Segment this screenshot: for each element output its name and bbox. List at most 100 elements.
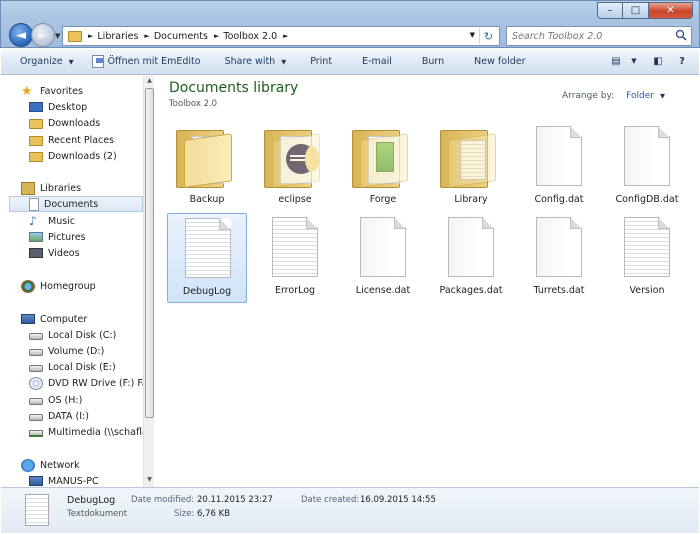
- print-button[interactable]: Print: [301, 51, 341, 73]
- emeditor-icon: [91, 55, 104, 68]
- nav-data-i[interactable]: DATA (I:): [29, 408, 153, 424]
- search-icon[interactable]: [675, 29, 687, 41]
- nav-label: Volume (D:): [48, 345, 105, 357]
- folder-item[interactable]: eclipse: [255, 122, 335, 212]
- nav-libraries[interactable]: Libraries: [21, 180, 153, 196]
- file-item-selected[interactable]: DebugLog: [167, 213, 247, 303]
- folder-item[interactable]: Backup: [167, 122, 247, 212]
- hard-disk-icon: [29, 365, 43, 372]
- chevron-down-icon[interactable]: ▼: [660, 92, 665, 100]
- nav-documents[interactable]: Documents: [9, 196, 143, 212]
- details-pane: DebugLog Textdokument Date modified: 20.…: [1, 487, 699, 533]
- search-box[interactable]: [506, 26, 692, 46]
- videos-icon: [29, 248, 43, 258]
- folder-item[interactable]: Forge: [343, 122, 423, 212]
- refresh-icon[interactable]: ↻: [479, 28, 497, 44]
- nav-local-disk-e[interactable]: Local Disk (E:): [29, 359, 153, 375]
- nav-os-h[interactable]: OS (H:): [29, 392, 153, 408]
- view-controls: ▤ ▼ ◧ ?: [601, 52, 691, 70]
- share-with-button[interactable]: Share with ▼: [216, 51, 296, 73]
- breadcrumb-separator-icon[interactable]: ►: [88, 32, 93, 40]
- nav-videos[interactable]: Videos: [29, 245, 153, 261]
- breadcrumb-libraries[interactable]: Libraries: [97, 31, 138, 42]
- eclipse-folder-icon: [264, 126, 326, 188]
- close-button[interactable]: ✕: [649, 2, 693, 19]
- nav-downloads[interactable]: Downloads: [29, 115, 153, 131]
- details-file-type: Textdokument: [67, 509, 128, 519]
- nav-music[interactable]: ♪ Music: [29, 213, 153, 229]
- nav-homegroup[interactable]: Homegroup: [21, 278, 153, 294]
- breadcrumb-separator-icon[interactable]: ►: [214, 32, 219, 40]
- nav-network[interactable]: Network: [21, 457, 153, 473]
- help-icon[interactable]: ?: [673, 52, 691, 70]
- nav-computer[interactable]: Computer: [21, 311, 153, 327]
- burn-button[interactable]: Burn: [413, 51, 453, 73]
- navigation-scrollbar[interactable]: ▲ ▼: [143, 76, 154, 487]
- file-icon: [536, 217, 582, 277]
- nav-label: DATA (I:): [48, 410, 89, 422]
- nav-label: OS (H:): [48, 394, 83, 406]
- file-item[interactable]: ErrorLog: [255, 213, 335, 303]
- hard-disk-icon: [29, 333, 43, 340]
- arrange-by-dropdown[interactable]: Folder: [626, 91, 654, 101]
- organize-button[interactable]: Organize ▼: [11, 51, 83, 73]
- chevron-down-icon: ▼: [68, 57, 74, 66]
- file-item[interactable]: Packages.dat: [431, 213, 511, 303]
- new-folder-button[interactable]: New folder: [465, 51, 534, 73]
- scroll-up-icon[interactable]: ▲: [145, 77, 154, 87]
- search-input[interactable]: [512, 30, 672, 42]
- arrow-left-icon: ◄: [16, 27, 26, 43]
- item-label: ErrorLog: [274, 285, 316, 296]
- arrow-right-icon: ►: [38, 27, 48, 43]
- forward-button[interactable]: ►: [31, 23, 55, 47]
- library-subtitle: Toolbox 2.0: [169, 99, 218, 109]
- star-icon: ★: [21, 83, 33, 99]
- arrange-by-label: Arrange by:: [562, 91, 615, 101]
- nav-volume-d[interactable]: Volume (D:): [29, 343, 153, 359]
- dvd-drive-icon: [29, 376, 43, 390]
- library-title: Documents library: [169, 80, 299, 96]
- nav-pictures[interactable]: Pictures: [29, 229, 153, 245]
- item-label: Forge: [369, 194, 397, 205]
- minimize-button[interactable]: –: [597, 2, 623, 19]
- file-item[interactable]: Turrets.dat: [519, 213, 599, 303]
- nav-local-disk-c[interactable]: Local Disk (C:): [29, 327, 153, 343]
- folder-icon: [176, 126, 238, 188]
- breadcrumb-documents[interactable]: Documents: [154, 31, 208, 42]
- view-options-chevron-icon[interactable]: ▼: [625, 52, 643, 70]
- pictures-icon: [29, 232, 43, 242]
- item-label: Packages.dat: [439, 285, 503, 296]
- nav-multimedia[interactable]: Multimedia (\\schaflan: [29, 424, 154, 440]
- nav-label: Documents: [44, 198, 99, 210]
- scrollbar-thumb[interactable]: [145, 88, 154, 418]
- scroll-down-icon[interactable]: ▼: [145, 476, 154, 486]
- breadcrumb-separator-icon[interactable]: ►: [283, 32, 288, 40]
- address-dropdown-icon[interactable]: ▼: [470, 31, 475, 39]
- nav-label: Multimedia (\\schaflan: [48, 426, 154, 438]
- file-item[interactable]: License.dat: [343, 213, 423, 303]
- preview-pane-icon[interactable]: ◧: [649, 52, 667, 70]
- maximize-button[interactable]: □: [623, 2, 649, 19]
- nav-desktop[interactable]: Desktop: [29, 99, 153, 115]
- nav-favorites[interactable]: ★ Favorites: [21, 83, 153, 99]
- change-view-icon[interactable]: ▤: [607, 52, 625, 70]
- file-item[interactable]: ConfigDB.dat: [607, 122, 687, 212]
- item-label: License.dat: [355, 285, 411, 296]
- nav-dvd-drive-f[interactable]: DVD RW Drive (F:) Fallo: [29, 375, 153, 391]
- nav-downloads-2[interactable]: Downloads (2): [29, 148, 153, 164]
- nav-label: Favorites: [40, 85, 83, 97]
- breadcrumb-separator-icon[interactable]: ►: [144, 32, 149, 40]
- nav-manus-pc[interactable]: MANUS-PC: [29, 473, 153, 487]
- open-with-button[interactable]: Öffnen mit EmEdito: [83, 51, 210, 73]
- file-item[interactable]: Version: [607, 213, 687, 303]
- back-button[interactable]: ◄: [9, 23, 33, 47]
- date-modified-label: Date modified:: [131, 495, 195, 505]
- hard-disk-icon: [29, 349, 43, 356]
- nav-recent-places[interactable]: Recent Places: [29, 132, 153, 148]
- address-bar[interactable]: ► Libraries ► Documents ► Toolbox 2.0 ► …: [62, 26, 500, 46]
- email-button[interactable]: E-mail: [353, 51, 401, 73]
- recent-pages-dropdown[interactable]: ▼: [55, 32, 60, 40]
- breadcrumb-toolbox[interactable]: Toolbox 2.0: [223, 31, 277, 42]
- file-item[interactable]: Config.dat: [519, 122, 599, 212]
- folder-item[interactable]: Library: [431, 122, 511, 212]
